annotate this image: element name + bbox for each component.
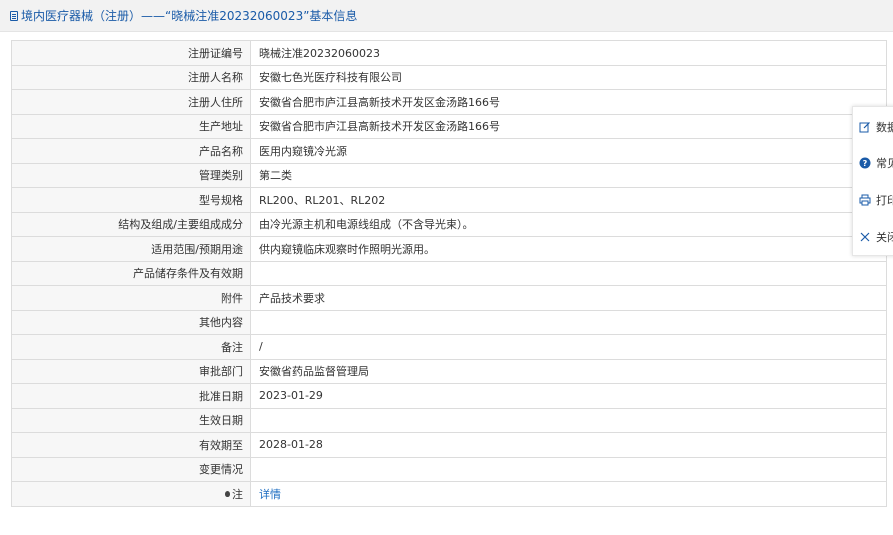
bulb-icon	[225, 490, 230, 497]
table-row: 审批部门 安徽省药品监督管理局	[11, 358, 887, 384]
page-header: 境内医疗器械（注册）——“晓械注准20232060023”基本信息	[0, 0, 893, 32]
table-row: 变更情况	[11, 456, 887, 482]
table-row: 批准日期 2023-01-29	[11, 383, 887, 409]
field-value	[250, 456, 887, 482]
field-value: RL200、RL201、RL202	[250, 187, 887, 213]
note-label-cell: 注	[11, 481, 251, 507]
details-link[interactable]: 详情	[259, 488, 281, 501]
field-label: 其他内容	[11, 309, 251, 335]
table-row: 产品储存条件及有效期	[11, 260, 887, 286]
field-label: 注册人住所	[11, 89, 251, 115]
field-label: 审批部门	[11, 358, 251, 384]
field-label: 批准日期	[11, 383, 251, 409]
note-row: 注 详情	[11, 481, 887, 507]
table-row: 注册人名称 安徽七色光医疗科技有限公司	[11, 64, 887, 90]
field-value	[250, 407, 887, 433]
side-item-label: 关闭	[876, 231, 893, 244]
question-icon: ?	[859, 157, 871, 169]
field-value: 晓械注准20232060023	[250, 40, 887, 66]
field-label: 型号规格	[11, 187, 251, 213]
field-label: 产品储存条件及有效期	[11, 260, 251, 286]
floating-toolbar: 数据 ? 常见 打印 关闭	[852, 106, 893, 256]
print-icon	[859, 194, 871, 206]
field-value: 安徽七色光医疗科技有限公司	[250, 64, 887, 90]
print-button[interactable]: 打印	[859, 192, 893, 208]
info-table: 注册证编号 晓械注准20232060023 注册人名称 安徽七色光医疗科技有限公…	[11, 40, 887, 507]
field-label: 产品名称	[11, 138, 251, 164]
table-row: 管理类别 第二类	[11, 162, 887, 188]
faq-button[interactable]: ? 常见	[859, 155, 893, 171]
table-row: 其他内容	[11, 309, 887, 335]
field-value: 2028-01-28	[250, 432, 887, 458]
table-row: 型号规格 RL200、RL201、RL202	[11, 187, 887, 213]
close-button[interactable]: 关闭	[859, 229, 893, 245]
field-label: 注册人名称	[11, 64, 251, 90]
field-label: 适用范围/预期用途	[11, 236, 251, 262]
field-label: 生效日期	[11, 407, 251, 433]
close-icon	[860, 232, 870, 242]
field-label: 变更情况	[11, 456, 251, 482]
document-icon	[10, 10, 18, 21]
field-value: /	[250, 334, 887, 360]
field-value: 第二类	[250, 162, 887, 188]
field-value: 产品技术要求	[250, 285, 887, 311]
field-value	[250, 309, 887, 335]
note-label: 注	[232, 487, 243, 501]
field-value: 由冷光源主机和电源线组成（不含导光束）。	[250, 211, 887, 237]
table-row: 附件 产品技术要求	[11, 285, 887, 311]
field-value: 医用内窥镜冷光源	[250, 138, 887, 164]
field-value: 供内窥镜临床观察时作照明光源用。	[250, 236, 887, 262]
field-value: 安徽省合肥市庐江县高新技术开发区金汤路166号	[250, 113, 887, 139]
table-row: 注册人住所 安徽省合肥市庐江县高新技术开发区金汤路166号	[11, 89, 887, 115]
field-label: 有效期至	[11, 432, 251, 458]
page-title: 境内医疗器械（注册）——“晓械注准20232060023”基本信息	[21, 9, 358, 23]
field-label: 结构及组成/主要组成成分	[11, 211, 251, 237]
table-row: 生效日期	[11, 407, 887, 433]
field-label: 附件	[11, 285, 251, 311]
table-row: 有效期至 2028-01-28	[11, 432, 887, 458]
note-value-cell: 详情	[250, 481, 887, 507]
side-item-label: 数据	[876, 121, 893, 134]
table-row: 结构及组成/主要组成成分 由冷光源主机和电源线组成（不含导光束）。	[11, 211, 887, 237]
edit-icon	[859, 122, 870, 133]
field-label: 生产地址	[11, 113, 251, 139]
table-row: 产品名称 医用内窥镜冷光源	[11, 138, 887, 164]
table-row: 生产地址 安徽省合肥市庐江县高新技术开发区金汤路166号	[11, 113, 887, 139]
field-value: 安徽省药品监督管理局	[250, 358, 887, 384]
field-value: 2023-01-29	[250, 383, 887, 409]
table-row: 备注 /	[11, 334, 887, 360]
field-label: 注册证编号	[11, 40, 251, 66]
info-table-body: 注册证编号 晓械注准20232060023 注册人名称 安徽七色光医疗科技有限公…	[11, 40, 887, 507]
side-item-label: 常见	[876, 157, 893, 170]
table-row: 注册证编号 晓械注准20232060023	[11, 40, 887, 66]
field-label: 备注	[11, 334, 251, 360]
svg-text:?: ?	[863, 159, 868, 168]
field-label: 管理类别	[11, 162, 251, 188]
table-row: 适用范围/预期用途 供内窥镜临床观察时作照明光源用。	[11, 236, 887, 262]
field-value: 安徽省合肥市庐江县高新技术开发区金汤路166号	[250, 89, 887, 115]
data-correction-button[interactable]: 数据	[859, 119, 893, 135]
side-item-label: 打印	[876, 194, 893, 207]
field-value	[250, 260, 887, 286]
